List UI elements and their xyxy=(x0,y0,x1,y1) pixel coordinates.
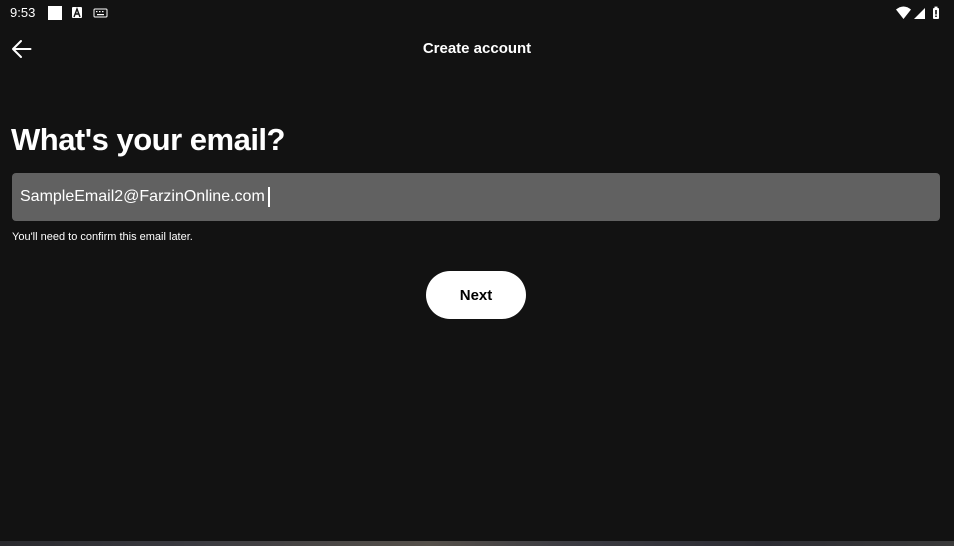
email-helper-text: You'll need to confirm this email later. xyxy=(12,231,193,243)
next-button[interactable]: Next xyxy=(426,271,526,319)
keyboard-icon xyxy=(93,8,108,18)
wifi-icon xyxy=(896,6,911,19)
email-input-value[interactable]: SampleEmail2@FarzinOnline.com xyxy=(20,188,265,206)
background-image-strip xyxy=(0,541,954,546)
email-field[interactable]: SampleEmail2@FarzinOnline.com xyxy=(12,173,940,221)
status-right-icons xyxy=(896,6,939,19)
white-square-icon xyxy=(48,6,62,20)
battery-icon xyxy=(933,6,939,19)
toolbar: Create account xyxy=(0,26,954,72)
text-cursor xyxy=(267,187,270,207)
status-bar: 9:53 xyxy=(0,0,954,26)
cell-signal-icon xyxy=(914,8,925,19)
create-account-screen: 9:53 Create account What's your email? S… xyxy=(0,0,954,546)
email-heading: What's your email? xyxy=(11,122,285,157)
page-title: Create account xyxy=(422,40,532,57)
status-left-icons xyxy=(48,6,108,20)
font-a-icon xyxy=(72,7,82,18)
status-time: 9:53 xyxy=(10,5,36,20)
